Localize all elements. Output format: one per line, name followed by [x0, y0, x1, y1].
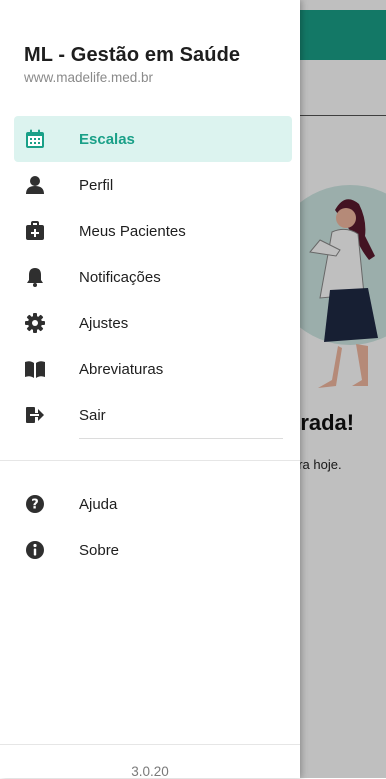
drawer-menu: Escalas Perfil Meus Pacientes Notificaçõ…	[0, 116, 300, 438]
menu-item-perfil[interactable]: Perfil	[0, 162, 300, 208]
divider	[0, 744, 300, 745]
medical-kit-icon	[24, 220, 46, 242]
menu-item-notificacoes[interactable]: Notificações	[0, 254, 300, 300]
menu-item-sobre[interactable]: Sobre	[0, 527, 300, 573]
navigation-drawer: ML - Gestão em Saúde www.madelife.med.br…	[0, 0, 300, 779]
menu-item-label: Ajuda	[79, 495, 118, 513]
menu-item-label: Perfil	[79, 176, 114, 194]
divider	[0, 460, 300, 461]
menu-item-meus-pacientes[interactable]: Meus Pacientes	[0, 208, 300, 254]
menu-item-label: Notificações	[79, 268, 161, 286]
menu-item-sair[interactable]: Sair	[0, 392, 300, 438]
menu-item-label: Meus Pacientes	[79, 222, 186, 240]
menu-item-label: Escalas	[79, 130, 135, 148]
menu-item-label: Ajustes	[79, 314, 129, 332]
svg-text:?: ?	[31, 498, 39, 513]
bell-icon	[24, 266, 46, 288]
app-url: www.madelife.med.br	[24, 70, 154, 85]
calendar-icon	[24, 128, 46, 150]
gear-icon	[24, 312, 46, 334]
menu-item-abreviaturas[interactable]: Abreviaturas	[0, 346, 300, 392]
drawer-secondary-menu: ? Ajuda Sobre	[0, 481, 300, 573]
menu-item-escalas[interactable]: Escalas	[14, 116, 292, 162]
app-title: ML - Gestão em Saúde	[24, 44, 241, 66]
app-version: 3.0.20	[131, 764, 169, 779]
book-icon	[24, 358, 46, 380]
question-circle-icon: ?	[24, 493, 46, 515]
menu-item-label: Sobre	[79, 541, 120, 559]
menu-item-label: Abreviaturas	[79, 360, 164, 378]
divider	[79, 438, 283, 439]
sign-out-icon	[24, 404, 46, 426]
drawer-header: ML - Gestão em Saúde www.madelife.med.br	[24, 44, 240, 85]
info-circle-icon	[24, 539, 46, 561]
menu-item-label: Sair	[79, 406, 106, 424]
menu-item-ajustes[interactable]: Ajustes	[0, 300, 300, 346]
user-icon	[24, 174, 46, 196]
menu-item-ajuda[interactable]: ? Ajuda	[0, 481, 300, 527]
